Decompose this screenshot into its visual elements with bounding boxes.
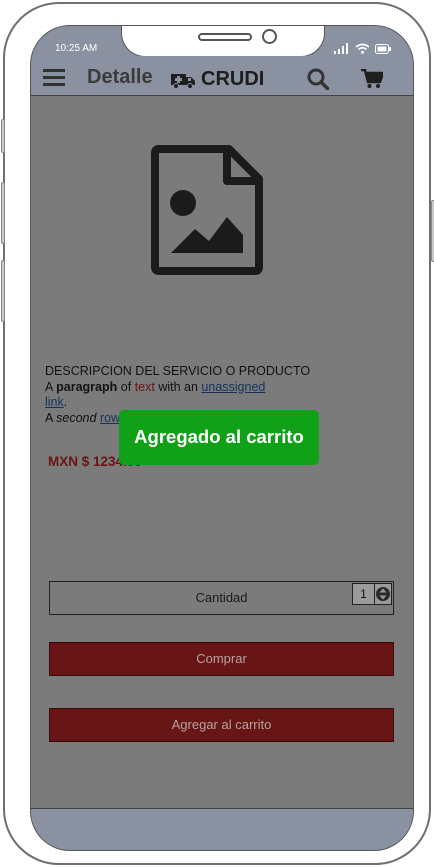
ambulance-icon xyxy=(171,73,195,89)
quantity-stepper[interactable]: 1 xyxy=(352,583,392,605)
second-row-link[interactable]: row xyxy=(100,411,120,425)
second-italic: second xyxy=(56,410,97,425)
product-detail: DESCRIPCION DEL SERVICIO O PRODUCTO A pa… xyxy=(31,97,413,808)
second-word: A xyxy=(45,410,53,425)
volume-up-button xyxy=(1,182,5,244)
description-title: DESCRIPCION DEL SERVICIO O PRODUCTO xyxy=(45,364,311,378)
description-paragraph: A paragraph of text with an unassigned l… xyxy=(45,380,320,411)
notch xyxy=(121,26,325,57)
speaker xyxy=(198,33,252,41)
up-down-arrows-icon[interactable] xyxy=(376,585,390,603)
brand-logo[interactable]: CRUDI xyxy=(171,68,264,91)
screen: 10:25 AM Detalle CRUDI DESCRIPCION DEL S… xyxy=(30,25,414,851)
menu-icon[interactable] xyxy=(43,69,65,86)
phone-frame: 10:25 AM Detalle CRUDI DESCRIPCION DEL S… xyxy=(1,2,434,865)
para-word: A xyxy=(45,379,53,394)
buy-button[interactable]: Comprar xyxy=(49,642,394,676)
image-file-icon xyxy=(151,145,263,275)
search-icon[interactable] xyxy=(307,68,329,90)
add-to-cart-button[interactable]: Agregar al carrito xyxy=(49,708,394,742)
para-bold: paragraph xyxy=(56,379,118,394)
para-link[interactable]: link xyxy=(45,395,64,409)
wifi-icon xyxy=(355,43,370,54)
app-bar: Detalle CRUDI xyxy=(31,56,413,96)
brand-name: CRUDI xyxy=(201,68,265,90)
cart-icon[interactable] xyxy=(361,69,383,89)
signal-icon xyxy=(334,43,348,54)
status-time: 10:25 AM xyxy=(55,43,98,54)
page-title: Detalle xyxy=(87,66,153,88)
para-word: with an xyxy=(158,379,198,394)
quantity-selector[interactable]: Cantidad 1 xyxy=(49,581,394,615)
mute-switch xyxy=(1,119,5,153)
quantity-value[interactable]: 1 xyxy=(353,584,375,604)
para-red: text xyxy=(134,379,155,394)
volume-down-button xyxy=(1,260,5,322)
para-dot: . xyxy=(63,395,68,409)
bottom-bar xyxy=(31,808,413,850)
status-icons xyxy=(334,43,391,54)
quantity-label: Cantidad xyxy=(195,590,248,605)
para-link[interactable]: unassigned xyxy=(201,380,265,394)
added-to-cart-toast: Agregado al carrito xyxy=(119,410,319,465)
stepper-arrows[interactable] xyxy=(375,584,391,604)
para-word: of xyxy=(120,379,132,394)
front-camera xyxy=(262,29,277,44)
battery-icon xyxy=(375,44,391,54)
